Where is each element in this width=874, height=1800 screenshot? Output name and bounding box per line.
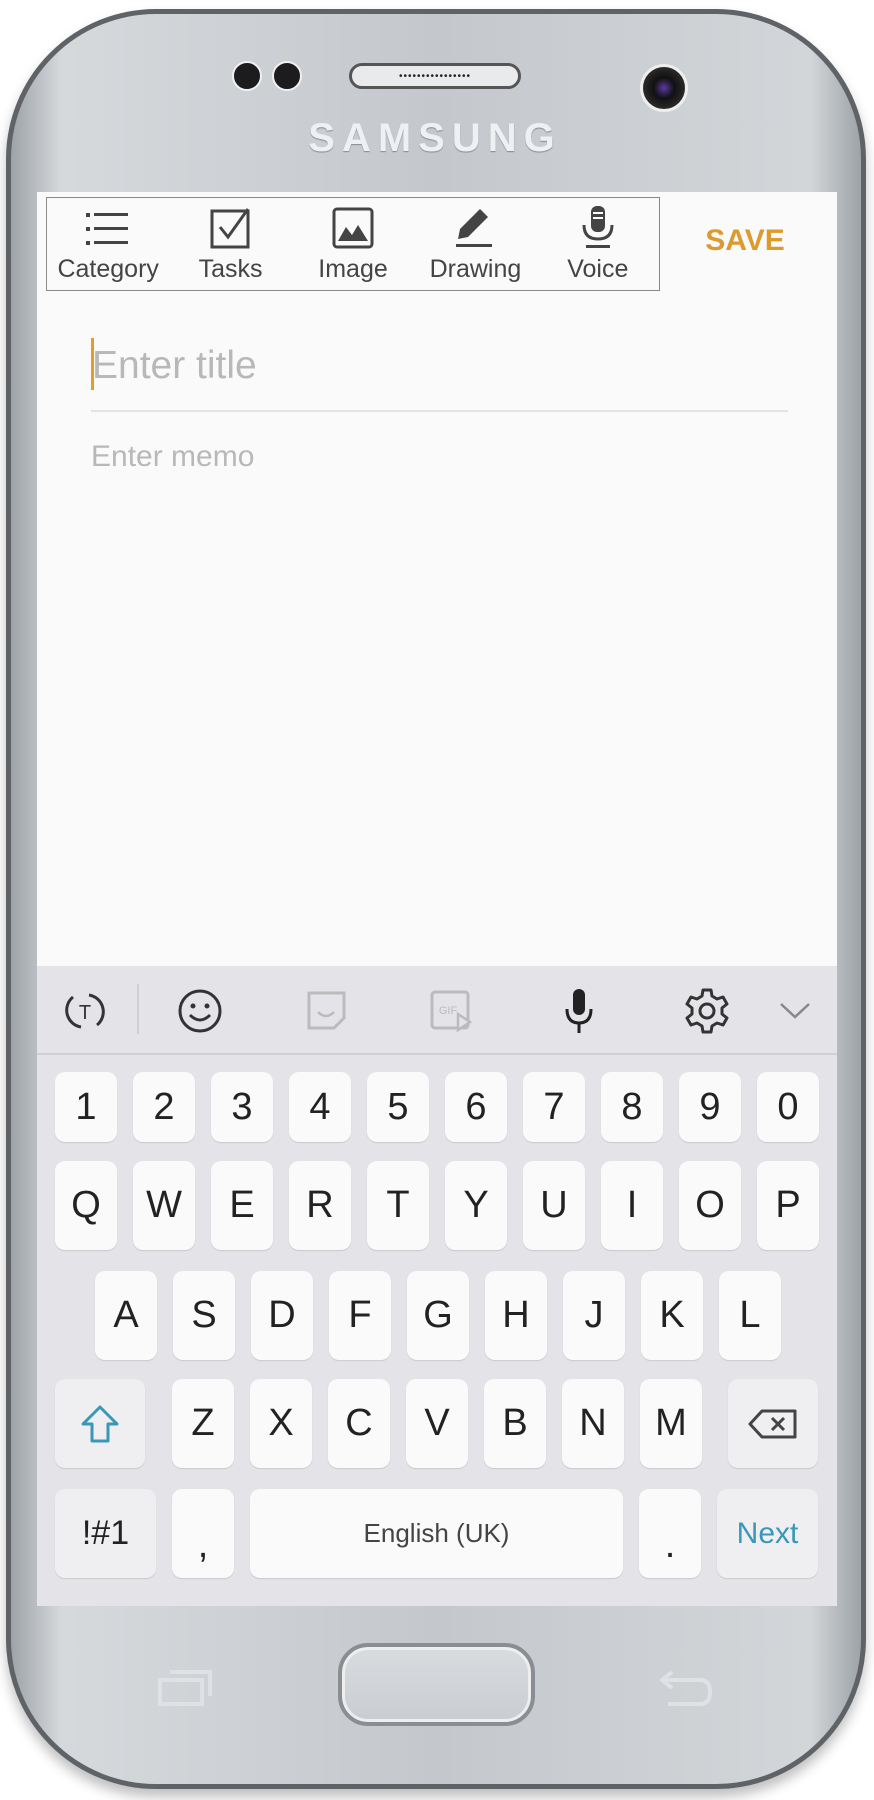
key-z[interactable]: Z [172,1379,234,1468]
key-3[interactable]: 3 [211,1072,273,1142]
toolbar-label: Voice [567,255,629,283]
pencil-icon [456,209,493,247]
key-i[interactable]: I [601,1161,663,1250]
gif-icon[interactable]: GIF [427,986,477,1036]
next-key[interactable]: Next [717,1489,818,1578]
svg-text:GIF: GIF [439,1005,458,1017]
shift-key[interactable] [55,1379,145,1468]
key-0[interactable]: 0 [757,1072,819,1142]
emoji-icon[interactable] [175,986,225,1036]
key-6[interactable]: 6 [445,1072,507,1142]
key-n[interactable]: N [562,1379,624,1468]
key-q[interactable]: Q [55,1161,117,1250]
save-button[interactable]: SAVE [690,224,800,258]
key-v[interactable]: V [406,1379,468,1468]
key-g[interactable]: G [407,1271,469,1360]
backspace-icon [748,1409,797,1438]
key-9[interactable]: 9 [679,1072,741,1142]
key-b[interactable]: B [484,1379,546,1468]
toolbar-voice-button[interactable]: Voice [537,198,659,290]
title-input[interactable] [92,344,782,388]
key-1[interactable]: 1 [55,1072,117,1142]
earpiece-speaker: •••••••••••••••• [349,63,521,89]
key-f[interactable]: F [329,1271,391,1360]
key-s[interactable]: S [173,1271,235,1360]
gear-icon[interactable] [682,986,732,1036]
key-8[interactable]: 8 [601,1072,663,1142]
toolbar-drawing-button[interactable]: Drawing [414,198,536,290]
toolbar-tasks-button[interactable]: Tasks [169,198,291,290]
toolbar-divider [137,984,139,1034]
sensor-icon [232,61,262,91]
toolbar-image-button[interactable]: Image [292,198,414,290]
key-5[interactable]: 5 [367,1072,429,1142]
key-d[interactable]: D [251,1271,313,1360]
toolbar-label: Category [57,255,159,283]
space-key[interactable]: English (UK) [250,1489,623,1578]
key-l[interactable]: L [719,1271,781,1360]
key-u[interactable]: U [523,1161,585,1250]
key-o[interactable]: O [679,1161,741,1250]
toolbar-label: Tasks [198,255,263,283]
key-7[interactable]: 7 [523,1072,585,1142]
backspace-key[interactable] [728,1379,818,1468]
memo-input[interactable] [91,440,781,474]
text-mode-icon[interactable]: T [60,986,110,1036]
note-toolbar: Category Tasks Image Drawing Voice [46,197,660,291]
front-camera-icon [640,64,688,112]
title-divider [91,410,788,412]
toolbar-label: Drawing [429,255,522,283]
image-icon [332,207,374,249]
microphone-icon[interactable] [554,986,604,1036]
key-x[interactable]: X [250,1379,312,1468]
microphone-icon [582,206,614,248]
back-icon[interactable] [658,1668,714,1708]
key-p[interactable]: P [757,1161,819,1250]
recent-apps-icon[interactable] [158,1668,214,1708]
symbols-key[interactable]: !#1 [55,1489,156,1578]
checkbox-icon [210,208,250,249]
brand-logo: SAMSUNG [308,116,562,160]
key-m[interactable]: M [640,1379,702,1468]
key-r[interactable]: R [289,1161,351,1250]
key-t[interactable]: T [367,1161,429,1250]
key-e[interactable]: E [211,1161,273,1250]
key-w[interactable]: W [133,1161,195,1250]
key-j[interactable]: J [563,1271,625,1360]
key-4[interactable]: 4 [289,1072,351,1142]
key-2[interactable]: 2 [133,1072,195,1142]
period-key[interactable]: . [639,1489,701,1578]
toolbar-label: Image [318,255,388,283]
key-k[interactable]: K [641,1271,703,1360]
shift-icon [81,1405,119,1442]
key-y[interactable]: Y [445,1161,507,1250]
key-h[interactable]: H [485,1271,547,1360]
sticker-icon[interactable] [302,986,352,1036]
key-a[interactable]: A [95,1271,157,1360]
chevron-down-icon[interactable] [770,986,820,1036]
home-button[interactable] [338,1643,535,1726]
key-c[interactable]: C [328,1379,390,1468]
toolbar-category-button[interactable]: Category [47,198,169,290]
sensor-icon [272,61,302,91]
svg-text:T: T [79,1002,91,1024]
keyboard-toolbar: T GIF [37,966,837,1055]
list-icon [86,213,129,245]
comma-key[interactable]: , [172,1489,234,1578]
